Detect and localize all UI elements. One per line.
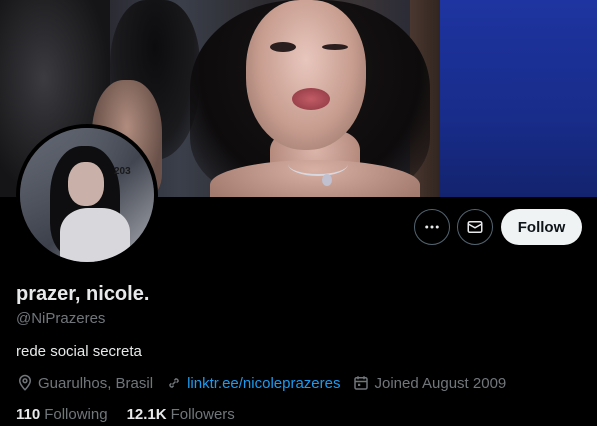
profile-avatar[interactable]: 203 (16, 124, 158, 266)
banner-blue-panel (440, 0, 597, 197)
followers-stat[interactable]: 12.1K Followers (127, 406, 235, 423)
follow-button[interactable]: Follow (501, 209, 582, 245)
avatar-sign-text: 203 (114, 166, 131, 177)
following-stat[interactable]: 110 Following (16, 406, 108, 423)
location-pin-icon (18, 374, 32, 391)
banner-necklace (288, 152, 348, 176)
more-options-button[interactable] (414, 209, 450, 245)
website-link[interactable]: linktr.ee/nicoleprazeres (187, 375, 340, 392)
following-count: 110 (16, 406, 41, 423)
banner-lips (292, 88, 330, 110)
link-icon (169, 378, 179, 388)
banner-pendant (322, 174, 332, 186)
banner-eye-right (322, 44, 348, 50)
followers-label: Followers (170, 406, 235, 423)
profile-bio: rede social secreta (16, 343, 142, 360)
follow-stats: 110 Following 12.1K Followers (16, 406, 254, 423)
envelope-icon (467, 221, 483, 233)
banner-eye-left (270, 42, 296, 52)
avatar-body (60, 208, 130, 262)
message-button[interactable] (457, 209, 493, 245)
profile-meta: Guarulhos, Brasil linktr.ee/nicoleprazer… (16, 374, 518, 392)
location-item: Guarulhos, Brasil (16, 374, 153, 392)
banner-face (246, 0, 366, 150)
calendar-icon (354, 376, 369, 390)
joined-date: Joined August 2009 (374, 374, 507, 392)
following-label: Following (44, 406, 108, 423)
user-handle: @NiPrazeres (16, 310, 106, 327)
more-horizontal-icon (425, 225, 439, 229)
location-text: Guarulhos, Brasil (38, 374, 154, 392)
joined-item: Joined August 2009 (352, 374, 506, 392)
avatar-face (68, 162, 104, 206)
followers-count: 12.1K (126, 406, 167, 423)
display-name: prazer, nicole. (16, 283, 150, 305)
website-item[interactable]: linktr.ee/nicoleprazeres (165, 374, 340, 392)
